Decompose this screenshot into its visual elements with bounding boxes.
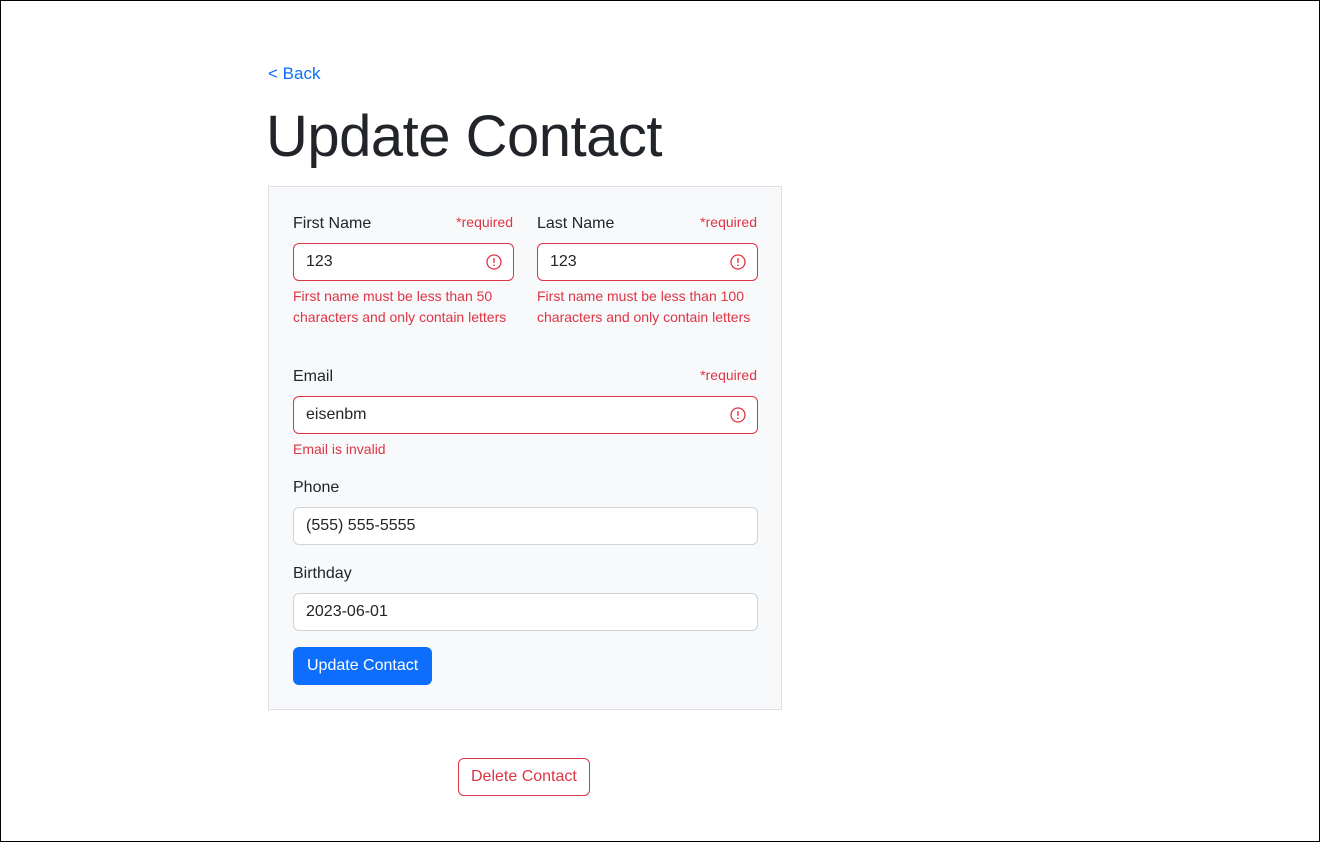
birthday-label: Birthday: [293, 565, 352, 582]
update-contact-button[interactable]: Update Contact: [293, 647, 433, 685]
exclamation-circle-icon: [730, 407, 746, 423]
email-label: Email: [293, 368, 334, 385]
delete-contact-button[interactable]: Delete Contact: [458, 758, 590, 796]
phone-label: Phone: [293, 479, 340, 496]
page-title: Update Contact: [266, 104, 663, 169]
email-error: Email is invalid: [293, 441, 386, 457]
email-required: *required: [700, 367, 757, 383]
last-name-input[interactable]: [537, 243, 758, 281]
first-name-error: First name must be less than 50 characte…: [293, 288, 507, 325]
back-link[interactable]: < Back: [268, 64, 320, 84]
last-name-required: *required: [700, 214, 757, 230]
phone-input[interactable]: [293, 507, 758, 545]
first-name-input[interactable]: [293, 243, 514, 281]
exclamation-circle-icon: [730, 254, 746, 270]
exclamation-circle-icon: [486, 254, 502, 270]
update-contact-form: First Name *required First name must be …: [268, 186, 782, 710]
email-input[interactable]: [293, 396, 758, 434]
first-name-label: First Name: [293, 215, 372, 232]
first-name-required: *required: [456, 214, 513, 230]
last-name-error: First name must be less than 100 charact…: [537, 288, 751, 325]
last-name-label: Last Name: [537, 215, 615, 232]
birthday-input[interactable]: [293, 593, 758, 631]
